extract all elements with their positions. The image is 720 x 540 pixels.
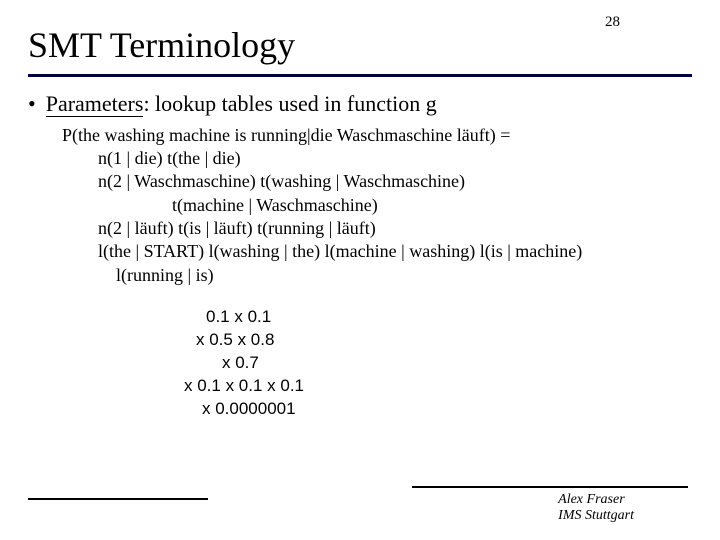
- calc-line: x 0.1 x 0.1 x 0.1: [184, 375, 304, 398]
- parameters-label: Parameters: [46, 91, 144, 117]
- example-line: t(machine | Waschmaschine): [172, 194, 692, 217]
- calc-line: x 0.0000001: [202, 398, 304, 421]
- calculation-block: 0.1 x 0.1 x 0.5 x 0.8 x 0.7 x 0.1 x 0.1 …: [184, 306, 304, 421]
- page-number: 28: [605, 14, 620, 31]
- example-line: P(the washing machine is running|die Was…: [62, 124, 692, 147]
- example-line: n(1 | die) t(the | die): [98, 147, 692, 170]
- calc-line: 0.1 x 0.1: [206, 306, 304, 329]
- example-block: P(the washing machine is running|die Was…: [62, 124, 692, 288]
- bullet-rest: : lookup tables used in function g: [143, 91, 436, 116]
- author-name: Alex Fraser: [558, 492, 634, 508]
- example-line: l(the | START) l(washing | the) l(machin…: [98, 240, 692, 263]
- example-line: l(running | is): [116, 264, 692, 287]
- example-line: n(2 | Waschmaschine) t(washing | Waschma…: [98, 170, 692, 193]
- body: • Parameters: lookup tables used in func…: [28, 90, 692, 287]
- calc-line: x 0.5 x 0.8: [196, 329, 304, 352]
- footer-author: Alex Fraser IMS Stuttgart: [558, 492, 634, 524]
- slide-title: SMT Terminology: [28, 24, 295, 66]
- title-underline: [28, 74, 692, 77]
- bullet-dot-icon: •: [28, 90, 36, 118]
- calc-line: x 0.7: [222, 352, 304, 375]
- footer-left-rule: [28, 498, 208, 500]
- example-line: n(2 | läuft) t(is | läuft) t(running | l…: [98, 217, 692, 240]
- footer-rule: [412, 486, 688, 488]
- author-affiliation: IMS Stuttgart: [558, 508, 634, 524]
- slide: 28 SMT Terminology • Parameters: lookup …: [0, 0, 720, 540]
- bullet-text: Parameters: lookup tables used in functi…: [46, 90, 437, 118]
- bullet-row: • Parameters: lookup tables used in func…: [28, 90, 692, 118]
